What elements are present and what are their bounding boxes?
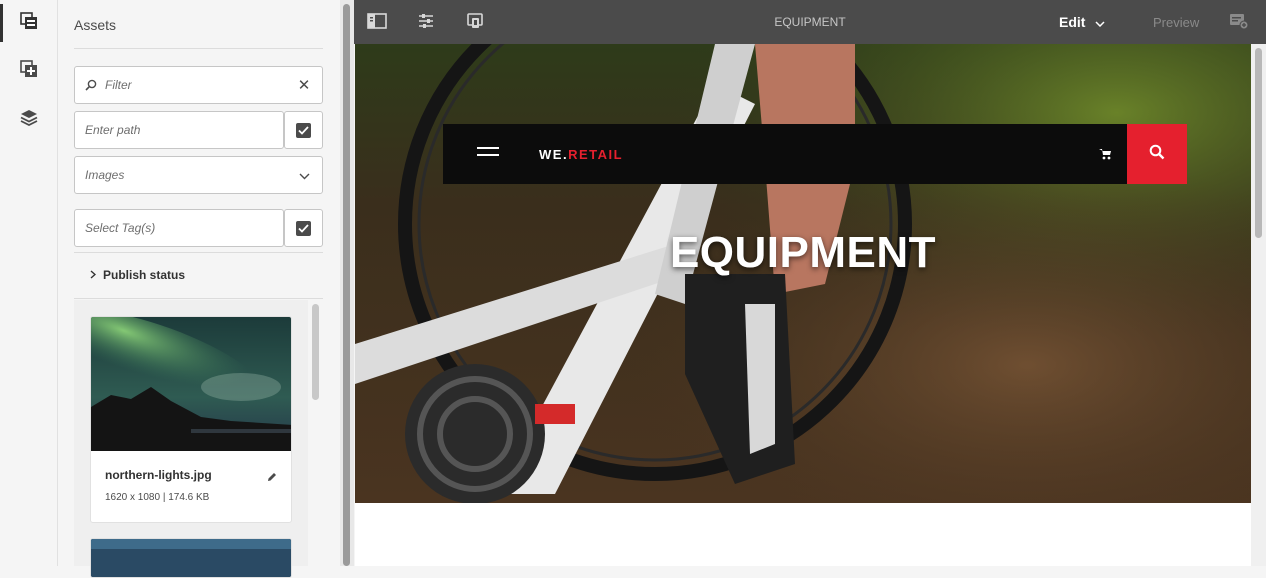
site-search-button[interactable] bbox=[1127, 124, 1187, 184]
content-tree-icon bbox=[20, 108, 38, 131]
asset-card[interactable] bbox=[90, 538, 292, 578]
asset-list-scrollbar[interactable] bbox=[312, 304, 319, 400]
mode-selector[interactable]: Edit bbox=[1059, 14, 1105, 30]
editor-scrollbar-thumb[interactable] bbox=[1255, 48, 1262, 238]
components-icon bbox=[20, 59, 38, 83]
asset-type-select[interactable]: Images bbox=[74, 156, 323, 194]
editor-toolbar: EQUIPMENT Edit Preview bbox=[354, 0, 1266, 44]
panel-title: Assets bbox=[74, 17, 117, 33]
chevron-right-icon bbox=[90, 268, 97, 282]
checkbox-icon bbox=[296, 220, 311, 236]
content-tree-button[interactable] bbox=[0, 96, 58, 142]
brand-logo[interactable]: WE.RETAIL bbox=[539, 147, 623, 162]
editor-scrollbar[interactable] bbox=[1251, 44, 1266, 566]
asset-thumbnail bbox=[91, 317, 291, 451]
assets-panel: Assets Filter ✕ Enter path Images Select… bbox=[58, 0, 340, 578]
mode-label: Edit bbox=[1059, 14, 1086, 30]
clear-icon[interactable]: ✕ bbox=[286, 76, 322, 94]
checkbox-icon bbox=[296, 122, 311, 138]
path-input[interactable]: Enter path bbox=[75, 123, 283, 137]
publish-status-label: Publish status bbox=[103, 268, 186, 282]
asset-card[interactable]: northern-lights.jpg 1620 x 1080 | 174.6 … bbox=[90, 316, 292, 523]
page-canvas: WE.RETAIL EQUIPMENT bbox=[355, 44, 1251, 566]
preview-button[interactable]: Preview bbox=[1153, 15, 1199, 30]
chevron-down-icon bbox=[1095, 14, 1105, 30]
divider bbox=[74, 48, 323, 49]
tags-input[interactable]: Select Tag(s) bbox=[75, 221, 283, 235]
cart-icon[interactable] bbox=[1099, 147, 1112, 165]
filter-field[interactable]: Filter ✕ bbox=[74, 66, 323, 104]
components-button[interactable] bbox=[0, 48, 58, 94]
asset-thumbnail bbox=[91, 539, 291, 577]
publish-status-toggle[interactable]: Publish status bbox=[90, 268, 185, 282]
divider bbox=[74, 252, 323, 253]
tags-picker-button[interactable] bbox=[284, 209, 323, 247]
asset-finder-button[interactable] bbox=[0, 0, 58, 46]
site-navbar: WE.RETAIL bbox=[443, 124, 1187, 184]
filter-input[interactable]: Filter bbox=[97, 78, 286, 92]
panel-scrollbar-thumb[interactable] bbox=[343, 4, 350, 566]
search-icon bbox=[1149, 144, 1165, 165]
asset-meta: 1620 x 1080 | 174.6 KB bbox=[105, 492, 210, 503]
path-browse-button[interactable] bbox=[284, 111, 323, 149]
pencil-icon[interactable] bbox=[267, 469, 277, 487]
asset-name: northern-lights.jpg bbox=[105, 468, 212, 482]
panel-scrollbar[interactable] bbox=[340, 0, 354, 566]
hero-title[interactable]: EQUIPMENT bbox=[355, 228, 1251, 278]
search-icon bbox=[75, 79, 97, 91]
asset-finder-icon bbox=[20, 11, 38, 35]
divider bbox=[74, 298, 323, 299]
asset-list: northern-lights.jpg 1620 x 1080 | 174.6 … bbox=[74, 300, 308, 578]
annotations-icon[interactable] bbox=[1229, 12, 1249, 35]
tags-field[interactable]: Select Tag(s) bbox=[74, 209, 284, 247]
menu-icon[interactable] bbox=[477, 147, 499, 161]
asset-type-value: Images bbox=[85, 168, 125, 182]
side-rail bbox=[0, 0, 58, 566]
path-field[interactable]: Enter path bbox=[74, 111, 284, 149]
page-title: EQUIPMENT bbox=[774, 15, 846, 29]
chevron-down-icon bbox=[286, 167, 322, 184]
